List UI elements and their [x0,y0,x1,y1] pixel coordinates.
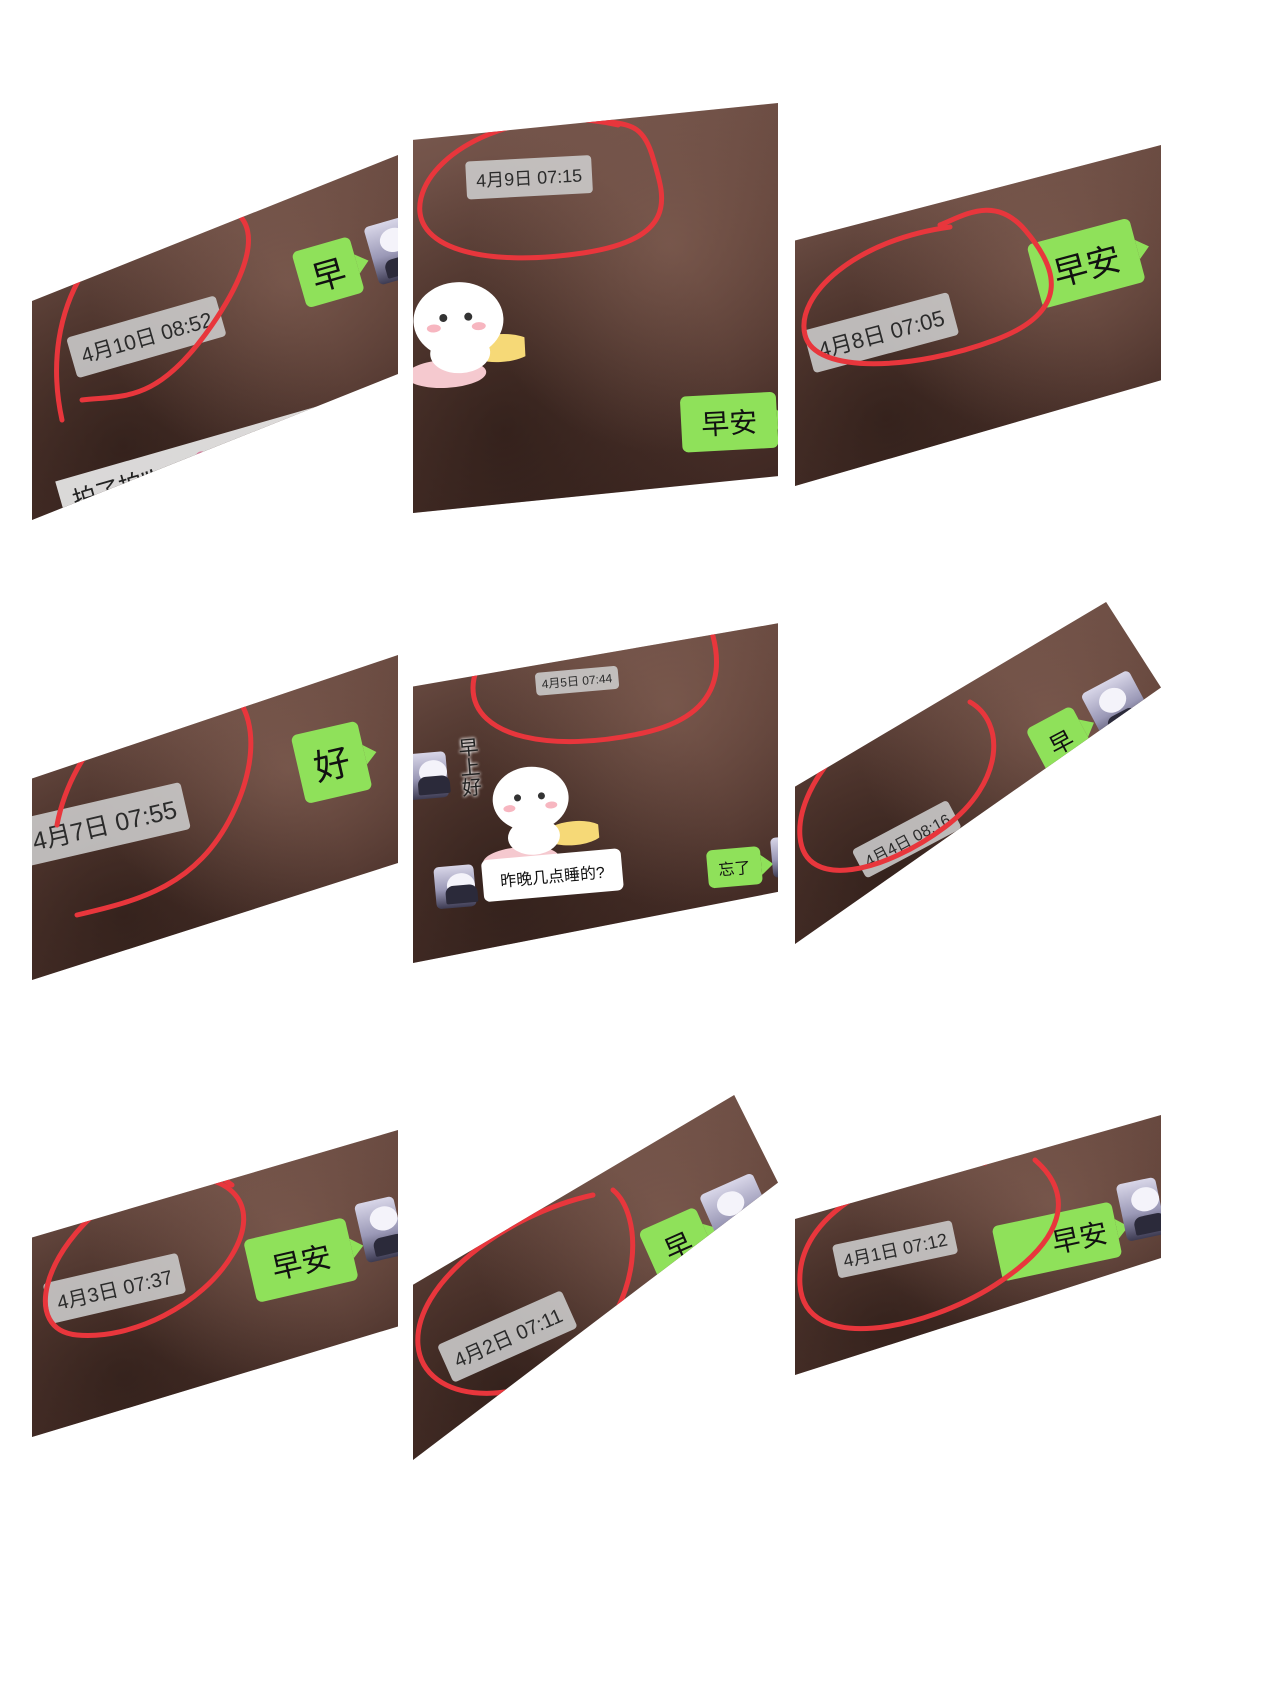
avatar[interactable] [433,864,477,910]
avatar[interactable] [413,751,450,801]
reply-bubble[interactable]: 早安 [991,1201,1123,1282]
screenshot-panel-4: 4月7日 07:55 好 [32,655,398,980]
reply-bubble[interactable]: 早 [291,236,365,309]
avatar[interactable] [363,213,398,286]
reply-bubble[interactable]: 早安 [243,1217,359,1303]
screenshot-panel-8: 4月2日 07:11 早 [413,1095,778,1460]
screenshot-panel-1: 4月10日 08:52 早 拍了拍"b-as💗💕💖"变成了啦啦啦 [32,155,398,520]
reply-bubble[interactable]: 早安 [679,391,778,453]
system-message: 拍了拍"b-as💗💕💖"变成了啦啦啦 [55,373,398,520]
timestamp-label: 4月8日 07:05 [803,292,959,374]
timestamp-label: 4月5日 07:44 [534,665,620,696]
reply-bubble[interactable]: 忘了 [705,846,763,889]
reply-bubble[interactable]: 早 [638,1206,719,1285]
timestamp-label: 4月9日 07:15 [465,155,594,200]
screenshot-panel-5: 4月5日 07:44 早上好 昨晚几点睡的? 忘了 [413,623,778,963]
timestamp-label: 4月3日 07:37 [42,1252,187,1324]
screenshot-panel-2: 4月9日 07:15 早安 [413,103,778,513]
timestamp-label: 4月4日 08:16 [851,799,963,879]
screenshot-panel-3: 4月8日 07:05 早安 [795,145,1161,486]
timestamp-label: 4月1日 07:12 [831,1220,959,1279]
timestamp-label: 4月7日 07:55 [32,781,192,867]
reply-bubble[interactable]: 早安 [1026,217,1146,309]
screenshot-panel-7: 4月3日 07:37 早安 [32,1130,398,1437]
screenshot-panel-6: 4月4日 08:16 早 [795,602,1161,944]
reply-bubble[interactable]: 早 [1025,705,1096,776]
cat-sticker-icon [413,282,528,389]
reply-bubble[interactable]: 好 [290,720,373,805]
timestamp-label: 4月10日 08:52 [66,295,228,379]
timestamp-label: 4月2日 07:11 [436,1289,579,1383]
screenshot-panel-9: 4月1日 07:12 早安 [795,1115,1161,1375]
